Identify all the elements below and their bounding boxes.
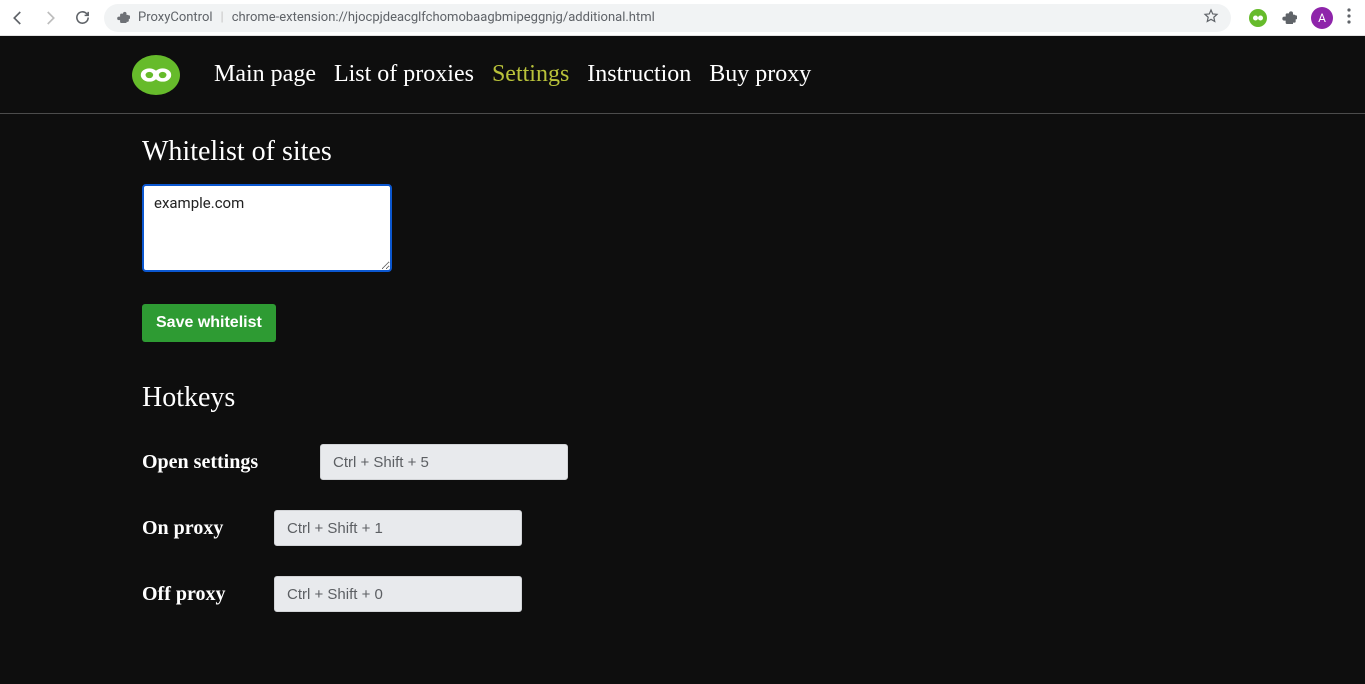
address-bar[interactable]: ProxyControl | chrome-extension://hjocpj… [104, 4, 1231, 32]
url-text: chrome-extension://hjocpjdeacglfchomobaa… [232, 10, 655, 25]
nav-instruction[interactable]: Instruction [587, 61, 691, 88]
extensions-icon[interactable] [1281, 8, 1297, 28]
proxycontrol-ext-icon[interactable] [1249, 9, 1267, 27]
reload-button[interactable] [72, 8, 92, 28]
extension-icon [116, 9, 130, 27]
save-whitelist-button[interactable]: Save whitelist [142, 304, 276, 342]
whitelist-heading: Whitelist of sites [142, 136, 1365, 168]
bookmark-star-icon[interactable] [1203, 8, 1219, 28]
hotkey-label: Open settings [142, 451, 320, 474]
page-title-text: ProxyControl [138, 10, 213, 25]
hotkey-row-off-proxy: Off proxy [142, 576, 1365, 612]
hotkey-label: On proxy [142, 517, 274, 540]
nav-list-of-proxies[interactable]: List of proxies [334, 61, 474, 88]
forward-button[interactable] [40, 8, 60, 28]
content-area: Whitelist of sites Save whitelist Hotkey… [0, 114, 1365, 612]
page-body: Main page List of proxies Settings Instr… [0, 36, 1365, 684]
top-nav: Main page List of proxies Settings Instr… [0, 36, 1365, 114]
separator: | [221, 10, 224, 25]
kebab-menu-icon[interactable] [1347, 8, 1351, 28]
hotkeys-heading: Hotkeys [142, 382, 1365, 414]
hotkey-row-open-settings: Open settings [142, 444, 1365, 480]
profile-avatar[interactable]: A [1311, 7, 1333, 29]
whitelist-textarea[interactable] [142, 184, 392, 272]
nav-main-page[interactable]: Main page [214, 61, 316, 88]
app-logo[interactable] [132, 55, 180, 95]
hotkey-input-open-settings[interactable] [320, 444, 568, 480]
hotkey-input-on-proxy[interactable] [274, 510, 522, 546]
hotkey-label: Off proxy [142, 583, 274, 606]
avatar-letter: A [1318, 11, 1326, 25]
browser-toolbar: ProxyControl | chrome-extension://hjocpj… [0, 0, 1365, 36]
hotkey-input-off-proxy[interactable] [274, 576, 522, 612]
back-button[interactable] [8, 8, 28, 28]
nav-settings[interactable]: Settings [492, 61, 569, 88]
toolbar-right: A [1243, 7, 1357, 29]
hotkey-row-on-proxy: On proxy [142, 510, 1365, 546]
nav-buy-proxy[interactable]: Buy proxy [709, 61, 811, 88]
